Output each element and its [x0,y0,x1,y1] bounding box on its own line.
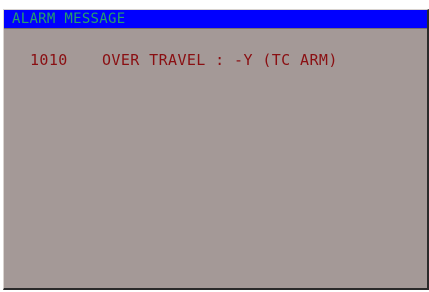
title-bar: ALARM MESSAGE [4,10,427,28]
alarm-text: OVER TRAVEL : -Y (TC ARM) [102,51,338,69]
alarm-code: 1010 [30,51,68,69]
alarm-message-window: ALARM MESSAGE 1010 OVER TRAVEL : -Y (TC A… [3,9,429,290]
title-divider [4,28,427,29]
alarm-row: 1010 OVER TRAVEL : -Y (TC ARM) [30,51,338,69]
window-title: ALARM MESSAGE [12,11,126,27]
